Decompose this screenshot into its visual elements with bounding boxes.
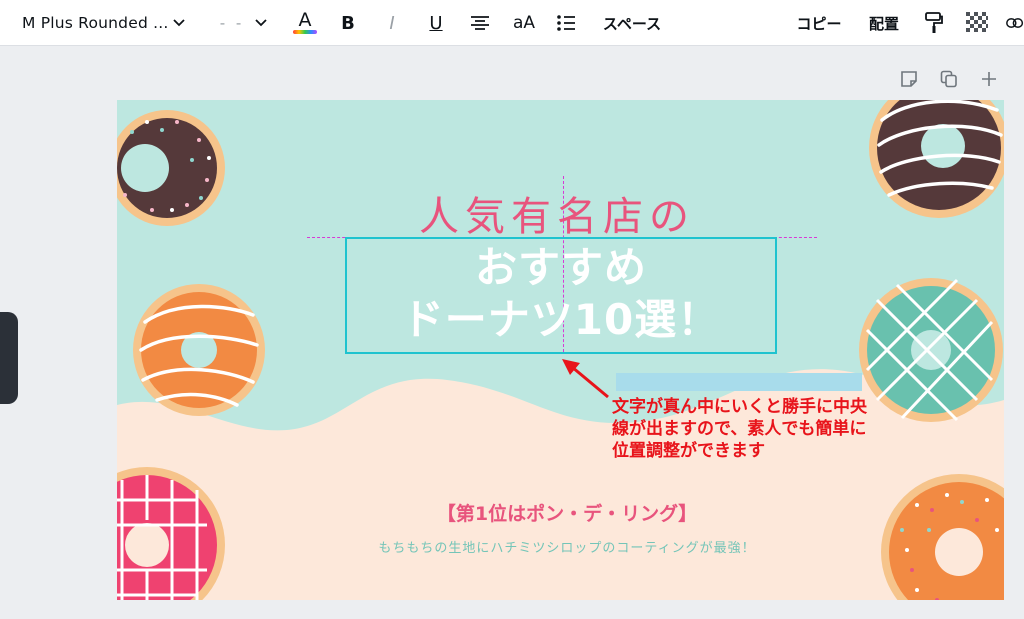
list-icon[interactable]	[554, 0, 578, 46]
annotation-highlight-bar	[616, 373, 862, 391]
note-icon[interactable]	[898, 68, 920, 90]
copy-style-button[interactable]: コピー	[792, 0, 846, 46]
donut-chocolate-top-right	[869, 100, 1004, 218]
annotation-arrow-icon	[562, 359, 609, 399]
text-case-label: aA	[512, 13, 536, 33]
font-size-value: - -	[219, 14, 245, 32]
underline-icon[interactable]: U	[424, 0, 448, 46]
chevron-down-icon[interactable]	[168, 0, 190, 46]
selection-box[interactable]	[345, 237, 777, 354]
rank-heading[interactable]: 【第1位はポン・デ・リング】	[367, 499, 767, 526]
side-panel-tab[interactable]	[0, 312, 18, 404]
plus-icon[interactable]	[978, 68, 1000, 90]
spacing-label: スペース	[602, 14, 662, 33]
text-color-button[interactable]: A	[292, 0, 318, 46]
font-family-label: M Plus Rounded ...	[22, 14, 169, 32]
title-line-1[interactable]: 人気有名店の	[357, 184, 757, 242]
chevron-down-icon[interactable]	[250, 0, 272, 46]
donut-orange-left	[133, 284, 265, 416]
font-size-input[interactable]: - -	[212, 0, 252, 46]
align-center-icon[interactable]	[468, 0, 492, 46]
rainbow-bar	[293, 30, 317, 34]
paint-roller-icon[interactable]	[922, 0, 946, 46]
donut-chocolate-top-left	[117, 110, 225, 226]
annotation-text: 文字が真ん中にいくと勝手に中央 線が出ますので、素人でも簡単に 位置調整ができま…	[612, 397, 867, 461]
editor-toolbar: M Plus Rounded ... - - A B I U aA スペース コ…	[0, 0, 1024, 46]
italic-label: I	[389, 12, 395, 34]
rank-description[interactable]: もちもちの生地にハチミツシロップのコーティングが最強！	[317, 537, 817, 556]
bold-label: B	[341, 12, 355, 34]
spacing-button[interactable]: スペース	[598, 0, 666, 46]
text-case-button[interactable]: aA	[510, 0, 538, 46]
text-color-icon: A	[298, 9, 312, 31]
duplicate-icon[interactable]	[938, 68, 960, 90]
transparency-icon[interactable]	[964, 0, 990, 46]
link-icon[interactable]	[1006, 0, 1024, 46]
font-family-select[interactable]: M Plus Rounded ...	[22, 0, 169, 46]
underline-label: U	[429, 12, 443, 34]
position-button[interactable]: 配置	[864, 0, 904, 46]
position-label: 配置	[868, 14, 899, 33]
italic-icon[interactable]: I	[380, 0, 404, 46]
copy-label: コピー	[796, 14, 842, 33]
bold-icon[interactable]: B	[336, 0, 360, 46]
